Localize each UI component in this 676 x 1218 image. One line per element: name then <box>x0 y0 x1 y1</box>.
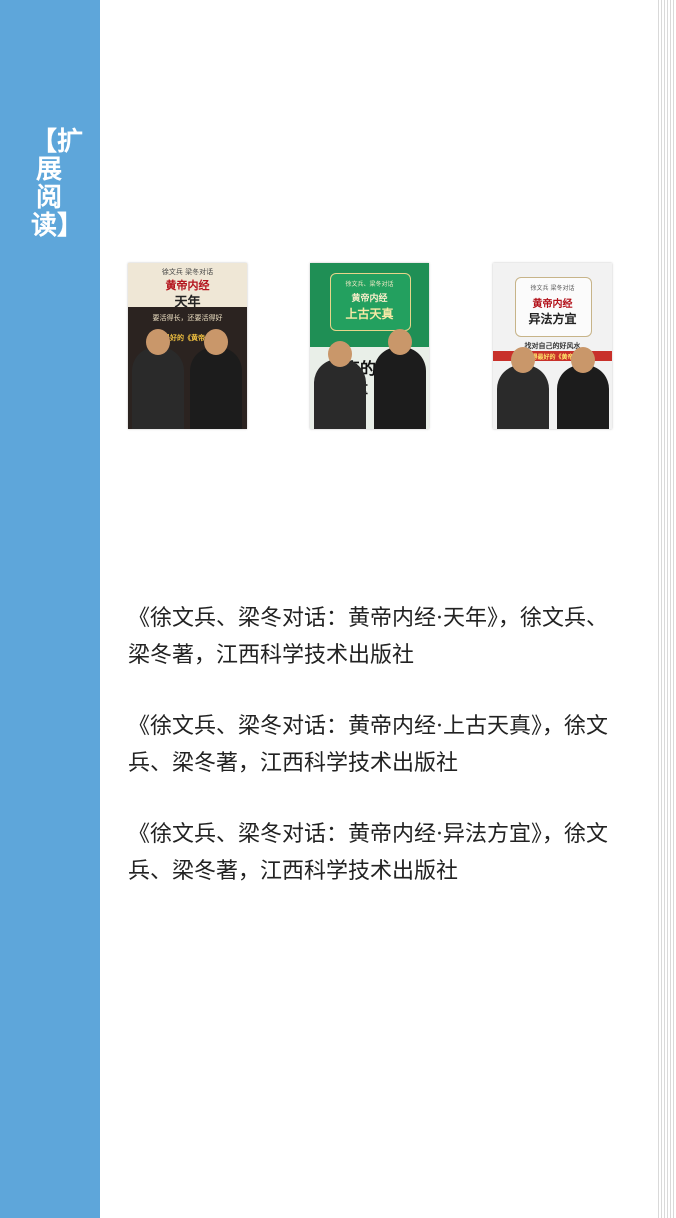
book-entry: 《徐文兵、梁冬对话：黄帝内经·上古天真》，徐文兵、梁冬著，江西科学技术出版社 <box>128 714 608 776</box>
cover-subtitle: 天年 <box>174 295 201 310</box>
author-photo <box>497 347 549 429</box>
book-covers: 徐文兵 梁冬对话 黄帝内经 天年 要活得长，还要活得好 讲得最好的《黄帝内经》 … <box>128 263 612 429</box>
author-photo <box>314 341 366 429</box>
book-entry: 《徐文兵、梁冬对话：黄帝内经·异法方宜》，徐文兵、梁冬著，江西科学技术出版社 <box>128 822 608 884</box>
book-cover-shanggu-tianzhen[interactable]: 徐文兵、梁冬对话 黄帝内经 上古天真 天真的力量 <box>310 263 429 429</box>
section-title: 【扩展阅读】 <box>31 127 84 241</box>
book-list: 《徐文兵、梁冬对话：黄帝内经·天年》，徐文兵、梁冬著，江西科学技术出版社 《徐文… <box>128 600 618 924</box>
cover-title: 黄帝内经 <box>532 299 573 310</box>
cover-subtitle: 异法方宜 <box>528 312 577 326</box>
cover-author-line: 徐文兵、梁冬对话 <box>345 281 394 288</box>
author-photo <box>132 329 184 429</box>
book-entry: 《徐文兵、梁冬对话：黄帝内经·天年》，徐文兵、梁冬著，江西科学技术出版社 <box>128 606 608 668</box>
sidebar: 【扩展阅读】 <box>0 0 100 1218</box>
book-cover-tiannian[interactable]: 徐文兵 梁冬对话 黄帝内经 天年 要活得长，还要活得好 讲得最好的《黄帝内经》 <box>128 263 247 429</box>
cover-author-line: 徐文兵 梁冬对话 <box>161 268 214 276</box>
author-photo <box>190 329 242 429</box>
author-photo <box>374 329 426 429</box>
cover-author-line: 徐文兵 梁冬对话 <box>530 285 575 292</box>
cover-subtitle: 上古天真 <box>345 307 394 321</box>
cover-title: 黄帝内经 <box>351 294 388 304</box>
author-photo <box>557 347 609 429</box>
cover-tagline: 要活得长，还要活得好 <box>152 314 223 322</box>
decorative-lines <box>656 0 676 1218</box>
cover-tagline: 找对自己的好风水 <box>524 341 581 350</box>
book-cover-yifa-fangyi[interactable]: 徐文兵 梁冬对话 黄帝内经 异法方宜 找对自己的好风水 当今讲得最好的《黄帝内经… <box>493 263 612 429</box>
